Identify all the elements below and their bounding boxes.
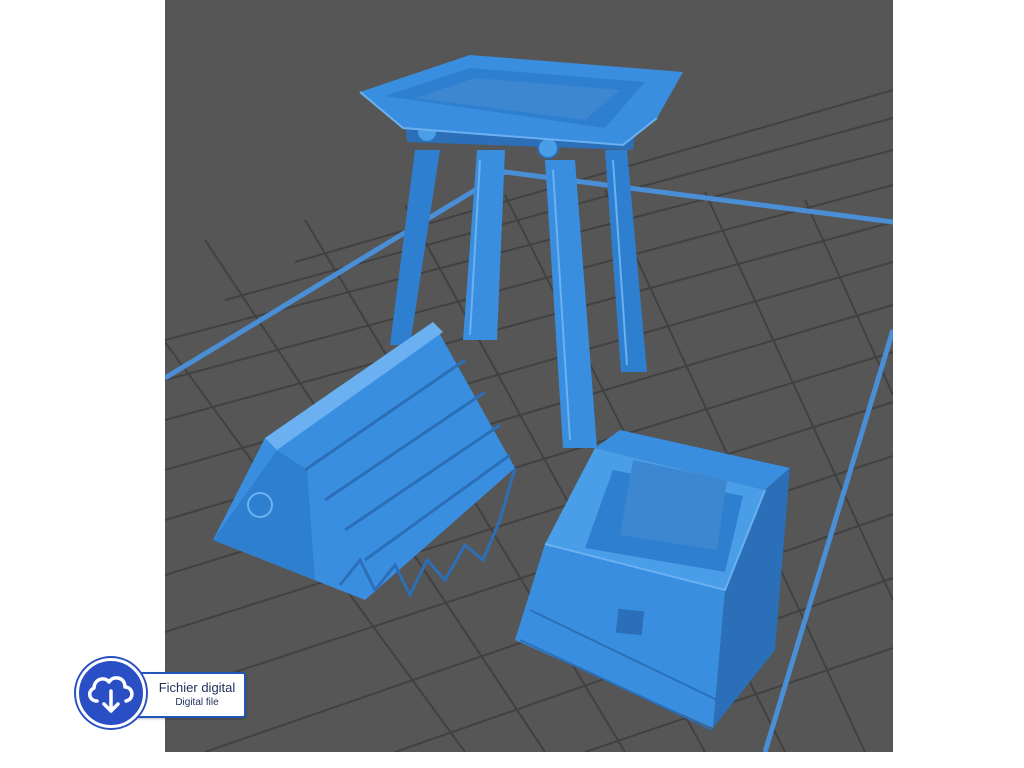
badge-subtitle: Digital file	[175, 697, 219, 708]
3d-viewport	[165, 0, 893, 752]
digital-file-badge: Fichier digital Digital file	[76, 658, 246, 732]
3d-scene	[165, 0, 893, 752]
cloud-download-icon	[76, 658, 146, 728]
badge-title: Fichier digital	[158, 680, 236, 695]
